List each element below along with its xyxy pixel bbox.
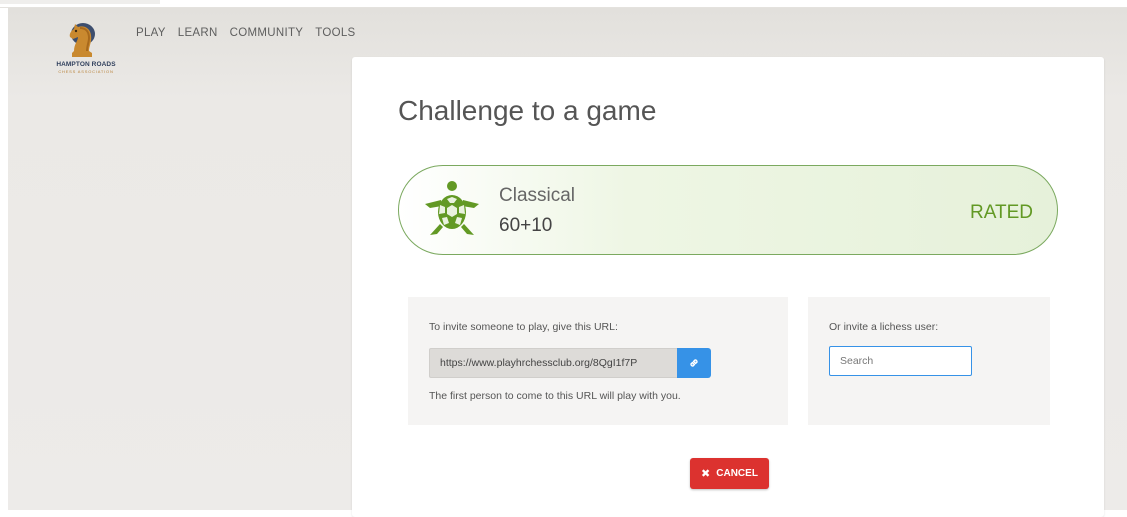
invite-url-field[interactable]: https://www.playhrchessclub.org/8QgI1f7P [429, 348, 677, 378]
invite-user-label: Or invite a lichess user: [829, 321, 939, 333]
top-nav: PLAY LEARN COMMUNITY TOOLS [136, 27, 356, 39]
variant-name: Classical [499, 185, 576, 206]
knight-logo-icon [69, 23, 95, 57]
page-title: Challenge to a game [398, 95, 657, 126]
invite-user-panel: Or invite a lichess user: [808, 297, 1050, 425]
rated-label: RATED [970, 202, 1033, 223]
time-control: 60+10 [499, 215, 553, 236]
invite-url-panel: To invite someone to play, give this URL… [408, 297, 788, 425]
invite-url-label: To invite someone to play, give this URL… [429, 321, 618, 333]
link-icon [690, 359, 698, 367]
site-logo[interactable]: HAMPTON ROADS CHESS ASSOCIATION [46, 20, 126, 80]
invite-url-note: The first person to come to this URL wil… [429, 390, 681, 402]
top-strip [0, 0, 1127, 8]
close-icon: ✖ [701, 467, 711, 480]
user-search-input[interactable] [829, 346, 972, 376]
copy-url-button[interactable] [677, 348, 711, 378]
challenge-box: Challenge to a game Classical 60+10 RATE… [352, 57, 1104, 517]
nav-learn[interactable]: LEARN [178, 27, 218, 39]
turtle-icon [425, 181, 479, 235]
variant-summary: Classical 60+10 RATED [398, 165, 1058, 255]
cancel-label: CANCEL [716, 468, 758, 479]
nav-tools[interactable]: TOOLS [315, 27, 355, 39]
nav-community[interactable]: COMMUNITY [230, 27, 304, 39]
nav-play[interactable]: PLAY [136, 27, 166, 39]
logo-subtitle: CHESS ASSOCIATION [58, 69, 114, 74]
cancel-button[interactable]: ✖ CANCEL [690, 458, 769, 489]
logo-title: HAMPTON ROADS [56, 61, 116, 68]
